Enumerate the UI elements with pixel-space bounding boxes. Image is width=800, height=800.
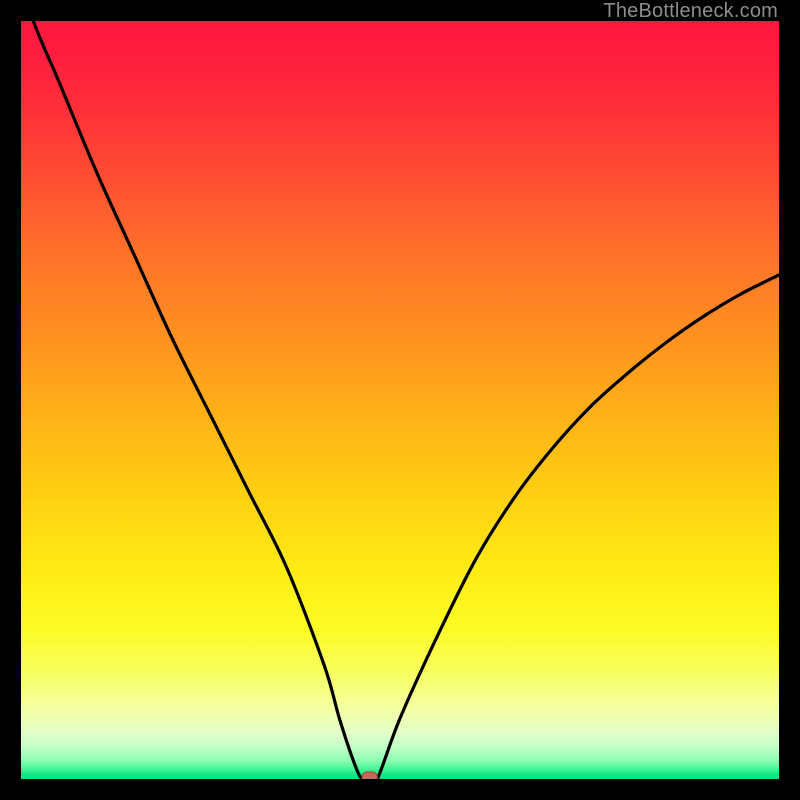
curve-layer <box>21 21 779 779</box>
chart-frame: TheBottleneck.com <box>0 0 800 800</box>
watermark-text: TheBottleneck.com <box>603 0 778 23</box>
bottleneck-curve <box>21 21 779 779</box>
min-marker <box>362 772 377 779</box>
plot-area <box>21 21 779 779</box>
